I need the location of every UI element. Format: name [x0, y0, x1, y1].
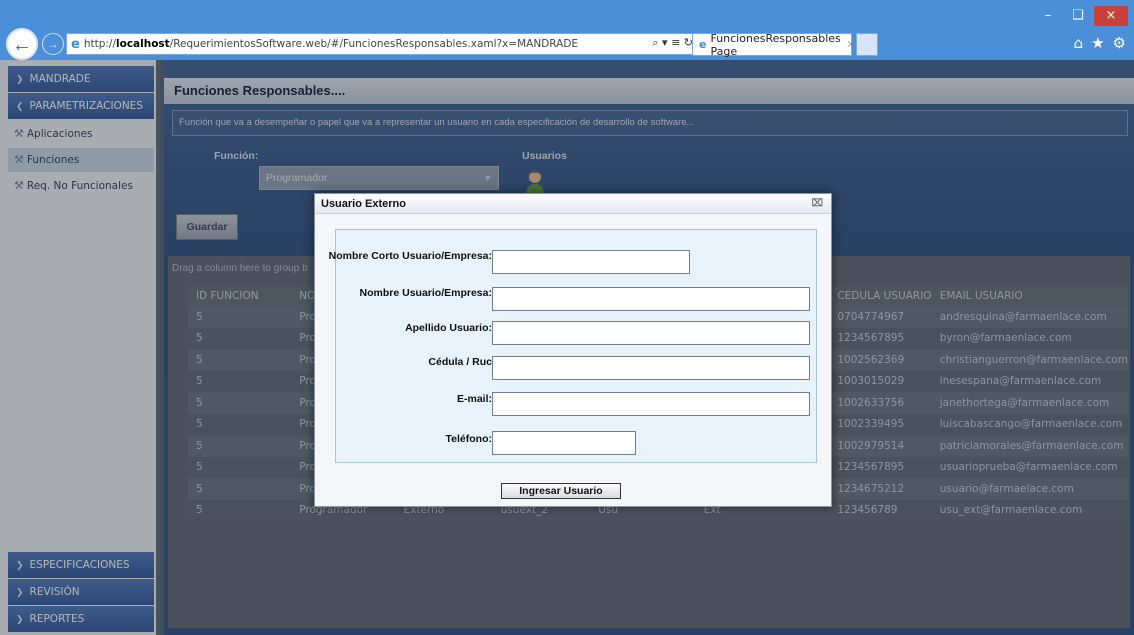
nombre-usuario-input[interactable] [492, 287, 810, 311]
address-url[interactable]: http://localhost/RequerimientosSoftware.… [84, 38, 578, 50]
telefono-label: Teléfono: [445, 433, 492, 445]
close-window-button[interactable]: × [1094, 6, 1128, 26]
telefono-input[interactable] [492, 431, 636, 455]
cedula-ruc-label: Cédula / Ruc [428, 356, 492, 368]
close-icon[interactable]: ⌧ [811, 194, 823, 214]
apellido-usuario-label: Apellido Usuario: [405, 322, 492, 334]
browser-chrome: – ❑ × ← → e http://localhost/Requerimien… [0, 0, 1134, 60]
nombre-usuario-label: Nombre Usuario/Empresa: [359, 287, 492, 299]
apellido-usuario-input[interactable] [492, 321, 810, 345]
back-button[interactable]: ← [6, 28, 38, 60]
cedula-ruc-input[interactable] [492, 356, 810, 380]
home-icon[interactable]: ⌂ [1074, 34, 1084, 52]
nombre-corto-label: Nombre Corto Usuario/Empresa: [328, 250, 492, 262]
window-controls: – ❑ × [1034, 6, 1128, 26]
address-tools[interactable]: ⌕ ▾ ≡ ↻ [652, 36, 693, 50]
favorites-icon[interactable]: ★ [1091, 34, 1104, 52]
ie-tab-icon: e [699, 38, 707, 51]
dialog-title-bar: Usuario Externo ⌧ [315, 194, 831, 214]
dialog-form: Nombre Corto Usuario/Empresa: Nombre Usu… [329, 229, 817, 463]
address-bar[interactable]: e http://localhost/RequerimientosSoftwar… [66, 33, 700, 55]
ie-page-icon: e [71, 36, 80, 52]
dialog-title: Usuario Externo [321, 198, 406, 210]
email-input[interactable] [492, 392, 810, 416]
restore-button[interactable]: ❑ [1064, 6, 1092, 26]
browser-toolbar-icons: ⌂ ★ ⚙ [1074, 34, 1126, 52]
ingresar-usuario-button[interactable]: Ingresar Usuario [501, 483, 621, 499]
tab-title: FuncionesResponsables Page [710, 31, 841, 58]
usuario-externo-dialog: Usuario Externo ⌧ Nombre Corto Usuario/E… [314, 193, 832, 507]
forward-button[interactable]: → [42, 33, 64, 55]
email-label: E-mail: [456, 393, 492, 405]
nombre-corto-input[interactable] [492, 250, 690, 274]
browser-tab[interactable]: e FuncionesResponsables Page × [692, 31, 855, 58]
new-tab-button[interactable] [856, 33, 878, 56]
minimize-button[interactable]: – [1034, 6, 1062, 26]
tab-close-icon[interactable]: × [847, 39, 855, 50]
settings-icon[interactable]: ⚙ [1113, 34, 1126, 52]
